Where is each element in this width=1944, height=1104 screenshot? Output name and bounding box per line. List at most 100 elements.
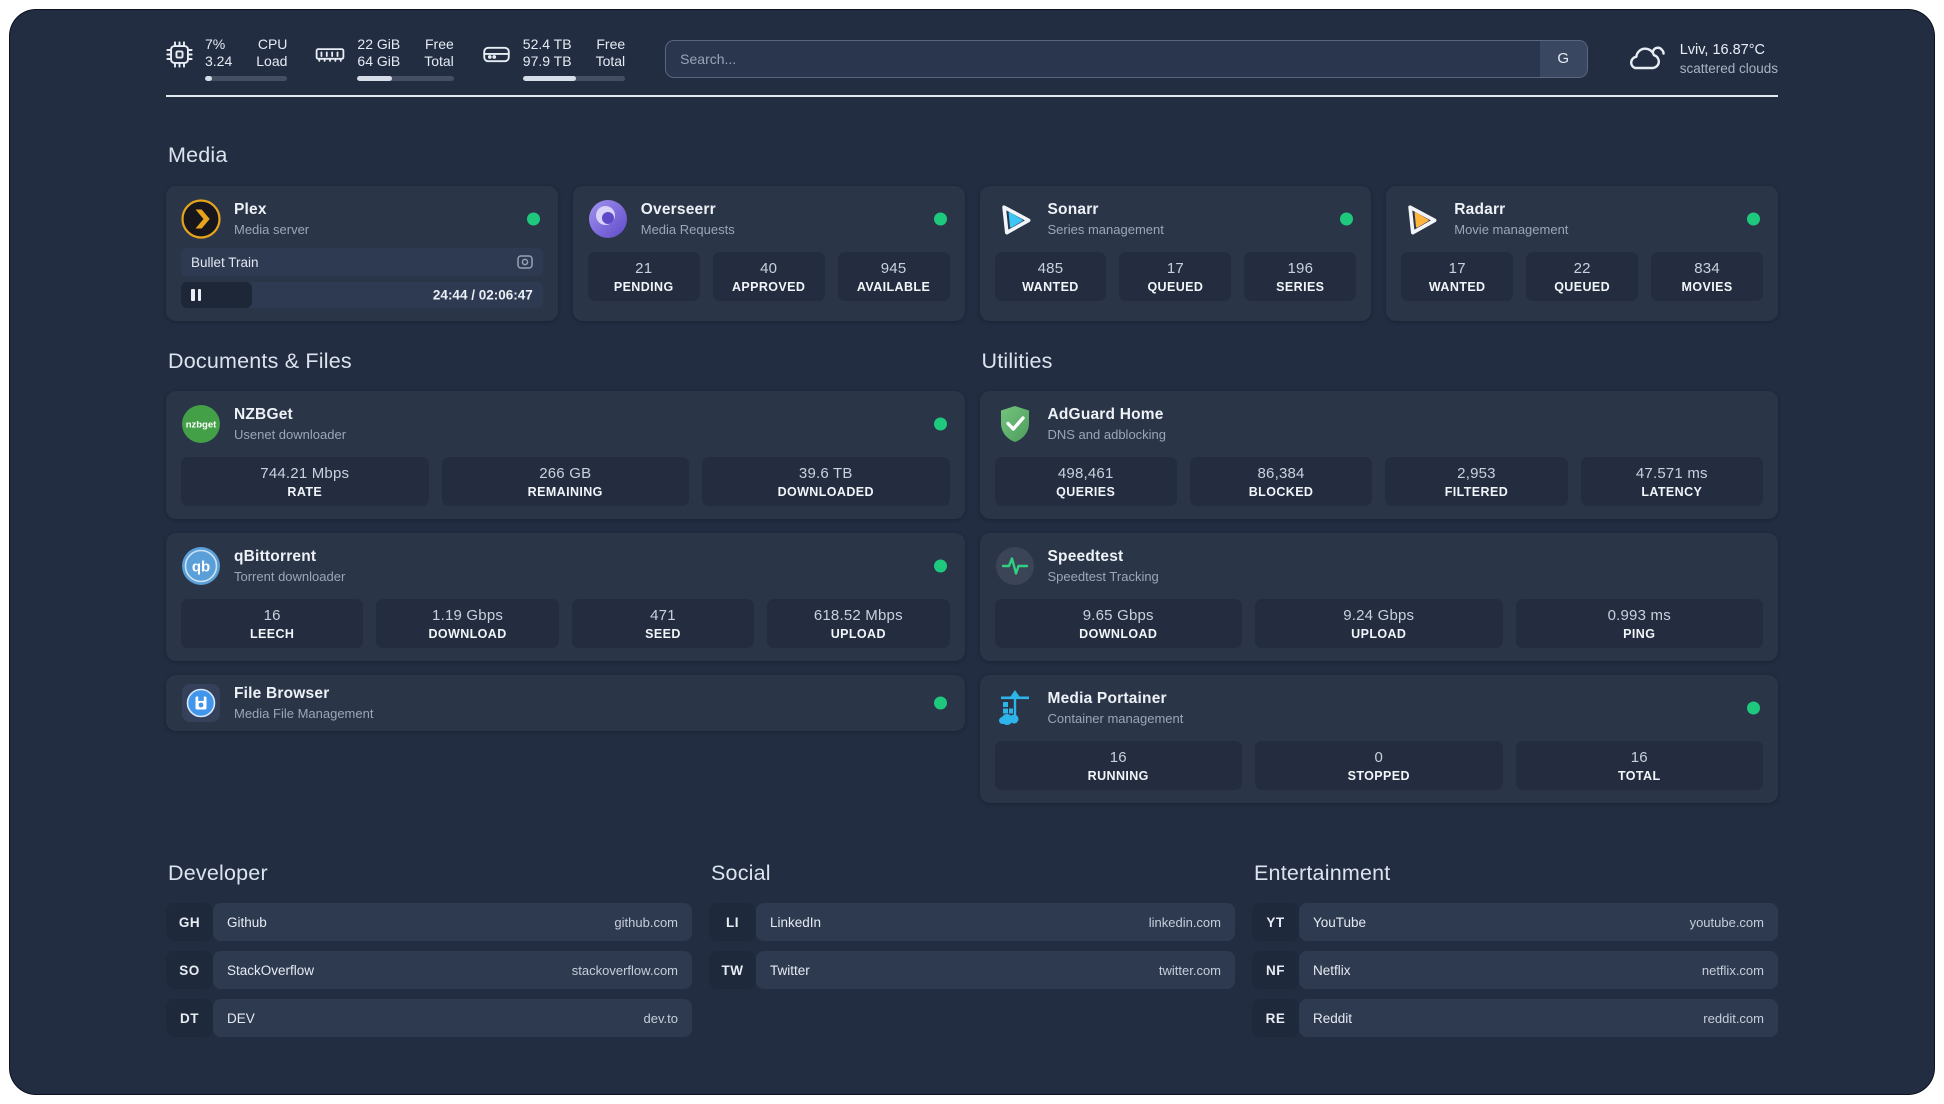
bookmark-group-developer: Developer GH Github github.com SO StackO… [166,861,692,1037]
bookmark-url: stackoverflow.com [571,962,678,978]
bookmark-dev[interactable]: DT DEV dev.to [166,999,692,1037]
cpu-metric: 7% CPU 3.24 Load [166,36,288,81]
bookmark-abbr: RE [1252,999,1299,1037]
bookmark-name: Github [227,914,267,930]
stat-tile: 16 TOTAL [1515,741,1763,790]
stat-tile: 266 GB REMAINING [441,457,689,506]
weather-location-temp: Lviv, 16.87°C [1679,41,1766,58]
status-online-dot [1340,212,1354,226]
app-name: AdGuard Home [1047,406,1164,423]
memory-free-value: 22 GiB [357,36,401,52]
pause-button[interactable] [191,289,201,301]
bookmark-twitter[interactable]: TW Twitter twitter.com [709,951,1235,989]
app-card-adguard[interactable]: AdGuard Home DNS and adblocking 498,461 … [979,391,1778,519]
stat-tile: 16 LEECH [181,599,364,648]
stat-tile: 39.6 TB DOWNLOADED [702,457,950,506]
app-card-overseerr[interactable]: Overseerr Media Requests 21 PENDING 40 A… [572,186,965,321]
app-subtitle: Media Requests [640,222,735,237]
adguard-icon [995,404,1035,444]
stat-tile: 21 PENDING [587,252,700,301]
bookmark-abbr: YT [1252,903,1299,941]
bookmark-url: github.com [614,914,678,930]
app-subtitle: Series management [1047,222,1164,237]
cpu-label: CPU [257,36,288,52]
plex-icon [181,199,221,239]
bookmark-netflix[interactable]: NF Netflix netflix.com [1252,951,1778,989]
app-card-portainer[interactable]: Media Portainer Container management 16 … [979,675,1778,803]
bookmark-abbr: GH [166,903,213,941]
app-card-plex[interactable]: Plex Media server Bullet Train 24:44 / 0… [166,186,558,321]
top-bar: 7% CPU 3.24 Load 22 GiB Free 64 GiB Tota… [166,36,1778,81]
disk-total-value: 97.9 TB [522,53,572,69]
media-grid: Plex Media server Bullet Train 24:44 / 0… [166,186,1778,321]
app-card-radarr[interactable]: Radarr Movie management 17 WANTED 22 QUE… [1386,186,1778,321]
app-name: NZBGet [234,406,293,423]
stat-tile: 744.21 Mbps RATE [181,457,429,506]
now-playing-progress: 24:44 / 02:06:47 [181,282,543,308]
memory-total-value: 64 GiB [357,53,401,69]
app-subtitle: Container management [1047,711,1184,726]
bookmark-url: netflix.com [1701,962,1764,978]
documents-column: Documents & Files nzbget NZBGet Usenet d… [166,349,965,731]
system-metrics: 7% CPU 3.24 Load 22 GiB Free 64 GiB Tota… [166,36,626,81]
app-name: Media Portainer [1047,690,1167,707]
bookmarks: Developer GH Github github.com SO StackO… [166,861,1778,1037]
app-subtitle: Media File Management [234,706,374,721]
bookmark-github[interactable]: GH Github github.com [166,903,692,941]
bookmark-abbr: DT [166,999,213,1037]
stat-tile: 834 MOVIES [1651,252,1764,301]
bookmark-url: linkedin.com [1148,914,1221,930]
app-card-speedtest[interactable]: Speedtest Speedtest Tracking 9.65 Gbps D… [979,533,1778,661]
app-card-filebrowser[interactable]: File Browser Media File Management [166,675,965,731]
status-online-dot [933,559,947,573]
now-playing-time: 24:44 / 02:06:47 [432,287,533,303]
app-name: Radarr [1454,201,1506,218]
search-engine-button[interactable]: G [1539,40,1587,77]
disk-metric: 52.4 TB Free 97.9 TB Total [482,36,626,81]
section-title-social: Social [711,861,771,885]
section-title-entertainment: Entertainment [1254,861,1391,885]
disk-total-label: Total [595,53,626,69]
bookmark-abbr: LI [709,903,756,941]
bookmark-name: Reddit [1313,1010,1353,1026]
stat-tile: 1.19 Gbps DOWNLOAD [376,599,559,648]
bookmark-abbr: TW [709,951,756,989]
cpu-usage-value: 7% [205,36,226,52]
speedtest-icon [995,546,1035,586]
now-playing-cast-icon[interactable] [517,255,533,269]
now-playing-row: Bullet Train [181,248,543,276]
status-online-dot [933,212,947,226]
bookmark-url: twitter.com [1158,962,1221,978]
stat-tile: 16 RUNNING [994,741,1242,790]
app-card-sonarr[interactable]: Sonarr Series management 485 WANTED 17 Q… [979,186,1372,321]
svg-text:nzbget: nzbget [186,420,217,431]
status-online-dot [526,212,540,226]
bookmark-stackoverflow[interactable]: SO StackOverflow stackoverflow.com [166,951,692,989]
stat-tile: 0 STOPPED [1255,741,1503,790]
app-subtitle: DNS and adblocking [1047,427,1167,442]
section-title-developer: Developer [168,861,268,885]
status-online-dot [933,696,947,710]
memory-progress-bar [357,76,454,81]
app-card-qbittorrent[interactable]: qb qBittorrent Torrent downloader 16 LEE… [166,533,965,661]
stat-tile: 86,384 BLOCKED [1189,457,1373,506]
app-subtitle: Media server [234,222,310,237]
stat-tile: 40 APPROVED [712,252,825,301]
app-card-nzbget[interactable]: nzbget NZBGet Usenet downloader 744.21 M… [166,391,965,519]
disk-free-value: 52.4 TB [522,36,572,52]
stat-tile: 17 QUEUED [1119,252,1232,301]
stat-tile: 22 QUEUED [1526,252,1639,301]
app-name: Speedtest [1047,548,1124,565]
stat-tile: 498,461 QUERIES [994,457,1177,506]
stat-tile: 9.24 Gbps UPLOAD [1255,599,1503,648]
disk-free-label: Free [596,36,626,52]
weather-widget: Lviv, 16.87°C scattered clouds [1624,39,1778,78]
search-input[interactable] [666,40,1540,77]
bookmark-url: youtube.com [1689,914,1764,930]
bookmark-name: DEV [227,1010,255,1026]
portainer-icon [995,688,1035,728]
bookmark-youtube[interactable]: YT YouTube youtube.com [1252,903,1778,941]
app-subtitle: Usenet downloader [234,427,347,442]
bookmark-linkedin[interactable]: LI LinkedIn linkedin.com [709,903,1235,941]
bookmark-reddit[interactable]: RE Reddit reddit.com [1252,999,1778,1037]
